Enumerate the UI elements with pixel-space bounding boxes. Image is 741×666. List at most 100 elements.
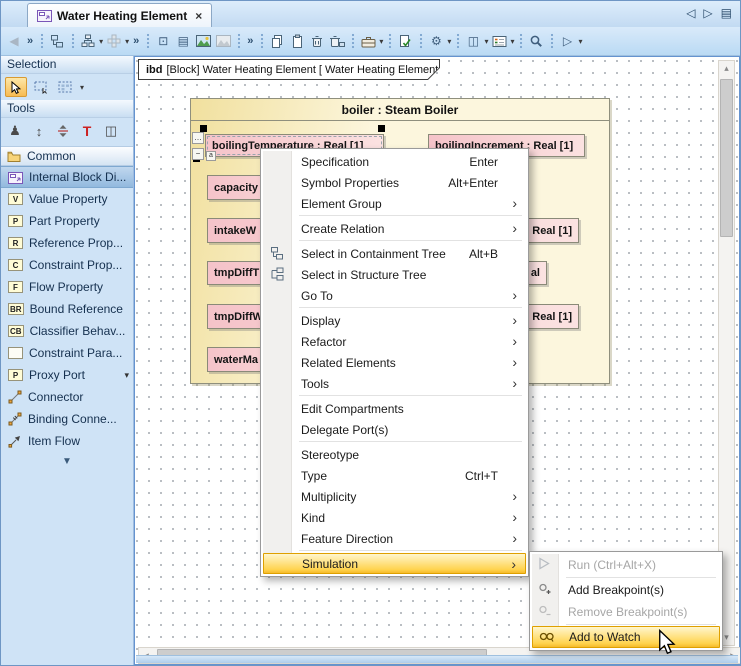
- toolbar-overflow-icon[interactable]: »: [244, 35, 256, 47]
- menu-item-element-group[interactable]: Element Group: [263, 193, 526, 214]
- part-label: capacity: [214, 182, 258, 194]
- menu-item-simulation[interactable]: Simulation: [263, 553, 526, 574]
- menu-item-feature-direction[interactable]: Feature Direction: [263, 528, 526, 549]
- distribute-tool-icon[interactable]: ↕: [29, 121, 49, 141]
- dropdown-caret-icon[interactable]: ▾: [510, 37, 514, 46]
- menu-item-stereotype[interactable]: Stereotype: [263, 444, 526, 465]
- window-list-icon[interactable]: ▤: [721, 6, 732, 20]
- dropdown-caret-icon[interactable]: ▾: [484, 37, 488, 46]
- prev-window-icon[interactable]: ◁: [686, 6, 695, 20]
- group-select-icon[interactable]: [55, 77, 75, 97]
- flip-tool-icon[interactable]: [53, 121, 73, 141]
- dropdown-caret-icon[interactable]: ▾: [99, 37, 103, 46]
- pointer-tool-icon[interactable]: [5, 77, 27, 97]
- mouse-cursor: [657, 629, 676, 656]
- stamp-tool-icon[interactable]: ♟: [5, 121, 25, 141]
- menu-item-related-elements[interactable]: Related Elements: [263, 352, 526, 373]
- menu-item-multiplicity[interactable]: Multiplicity: [263, 486, 526, 507]
- selection-tools-row: ▾: [1, 74, 133, 100]
- toolbar-overflow-icon[interactable]: »: [130, 35, 142, 47]
- palette-item-bound-reference[interactable]: BR Bound Reference: [1, 298, 133, 320]
- text-tool-icon[interactable]: T: [77, 121, 97, 141]
- next-window-icon[interactable]: ▷: [703, 6, 712, 20]
- toolbar-separator: [418, 32, 423, 50]
- menu-item-type[interactable]: Type Ctrl+T: [263, 465, 526, 486]
- palette-item-internal-block-diagram[interactable]: Internal Block Di...: [1, 166, 133, 188]
- compartments-manipulator-icon[interactable]: …: [192, 132, 204, 144]
- block-title[interactable]: boiler : Steam Boiler: [191, 99, 609, 121]
- selection-handle[interactable]: [378, 125, 385, 132]
- menu-item-label: Display: [301, 314, 340, 328]
- palette-item-constraint-property[interactable]: C Constraint Prop...: [1, 254, 133, 276]
- menu-item-shortcut: Ctrl+T: [465, 469, 518, 483]
- scroll-up-icon[interactable]: ▴: [719, 61, 734, 76]
- run-icon[interactable]: ▷: [557, 31, 577, 51]
- copy-icon[interactable]: [267, 31, 287, 51]
- palette-item-part-property[interactable]: P Part Property: [1, 210, 133, 232]
- palette-item-item-flow[interactable]: Item Flow: [1, 430, 133, 452]
- menu-item-tools[interactable]: Tools: [263, 373, 526, 394]
- common-section-bar[interactable]: Common: [1, 146, 133, 166]
- menu-item-refactor[interactable]: Refactor: [263, 331, 526, 352]
- palette-item-constraint-parameter[interactable]: Constraint Para...: [1, 342, 133, 364]
- toolbar-separator: [387, 32, 392, 50]
- menu-item-label: Simulation: [302, 557, 358, 571]
- dropdown-caret-icon[interactable]: ▾: [379, 37, 383, 46]
- palette-item-classifier-behavior[interactable]: CB Classifier Behav...: [1, 320, 133, 342]
- project-usages-icon[interactable]: [358, 31, 378, 51]
- search-icon[interactable]: [526, 31, 546, 51]
- hierarchy-icon[interactable]: [78, 31, 98, 51]
- menu-item-delegate-ports[interactable]: Delegate Port(s): [263, 419, 526, 440]
- delete-with-dependents-icon[interactable]: [327, 31, 347, 51]
- resize-icon[interactable]: ⊡: [153, 31, 173, 51]
- image-icon[interactable]: [193, 31, 213, 51]
- palette-more-chevron-icon[interactable]: ▼: [1, 452, 133, 467]
- navigate-manipulator-icon[interactable]: a: [206, 151, 216, 161]
- toolbar-overflow-icon[interactable]: »: [24, 35, 36, 47]
- vertical-scrollbar-thumb[interactable]: [720, 79, 733, 237]
- palette-item-value-property[interactable]: V Value Property: [1, 188, 133, 210]
- menu-item-symbol-properties[interactable]: Symbol Properties Alt+Enter: [263, 172, 526, 193]
- legend-icon[interactable]: [489, 31, 509, 51]
- validation-icon[interactable]: [395, 31, 415, 51]
- back-icon[interactable]: ◀: [4, 31, 24, 51]
- part-label: tmpDiffT: [214, 267, 259, 279]
- palette-item-proxy-port[interactable]: P Proxy Port ▾: [1, 364, 133, 386]
- marquee-select-icon[interactable]: [31, 77, 51, 97]
- containment-tree-icon[interactable]: [47, 31, 67, 51]
- delete-icon[interactable]: [307, 31, 327, 51]
- menu-item-label: Type: [301, 469, 327, 483]
- palette-item-label: Internal Block Di...: [29, 170, 126, 184]
- dropdown-caret-icon[interactable]: ▾: [447, 37, 451, 46]
- menu-item-select-in-containment-tree[interactable]: Select in Containment Tree Alt+B: [263, 243, 526, 264]
- settings-gear-icon[interactable]: ⚙: [426, 31, 446, 51]
- palette-item-flow-property[interactable]: F Flow Property: [1, 276, 133, 298]
- palette-item-reference-property[interactable]: R Reference Prop...: [1, 232, 133, 254]
- submenu-item-add-to-watch[interactable]: Add to Watch: [532, 626, 720, 648]
- keyboard-icon[interactable]: ▤: [173, 31, 193, 51]
- selection-handle[interactable]: [200, 125, 207, 132]
- menu-item-display[interactable]: Display: [263, 310, 526, 331]
- dropdown-caret-icon[interactable]: ▾: [578, 37, 582, 46]
- menu-item-kind[interactable]: Kind: [263, 507, 526, 528]
- collapse-manipulator-icon[interactable]: −: [192, 148, 204, 160]
- menu-item-create-relation[interactable]: Create Relation: [263, 218, 526, 239]
- palette-item-binding-connector[interactable]: Binding Conne...: [1, 408, 133, 430]
- tab-close-icon[interactable]: ×: [195, 9, 202, 23]
- part-label: Real [1]: [532, 311, 572, 323]
- menu-item-specification[interactable]: Specification Enter: [263, 151, 526, 172]
- submenu-item-add-breakpoints[interactable]: Add Breakpoint(s): [532, 579, 720, 601]
- paste-icon[interactable]: [287, 31, 307, 51]
- dropdown-caret-icon[interactable]: ▾: [80, 83, 84, 92]
- palette-item-connector[interactable]: Connector: [1, 386, 133, 408]
- tab-water-heating-element[interactable]: Water Heating Element ×: [27, 3, 212, 27]
- menu-item-edit-compartments[interactable]: Edit Compartments: [263, 398, 526, 419]
- menu-item-go-to[interactable]: Go To: [263, 285, 526, 306]
- dropdown-caret-icon[interactable]: ▾: [124, 370, 129, 381]
- submenu-item-label: Run (Ctrl+Alt+X): [568, 558, 656, 572]
- toolbar-separator: [39, 32, 44, 50]
- menu-item-select-in-structure-tree[interactable]: Select in Structure Tree: [263, 264, 526, 285]
- layout-icon[interactable]: ◫: [463, 31, 483, 51]
- swap-structure-icon[interactable]: ◫: [101, 121, 121, 141]
- containment-tree-icon: [270, 246, 286, 263]
